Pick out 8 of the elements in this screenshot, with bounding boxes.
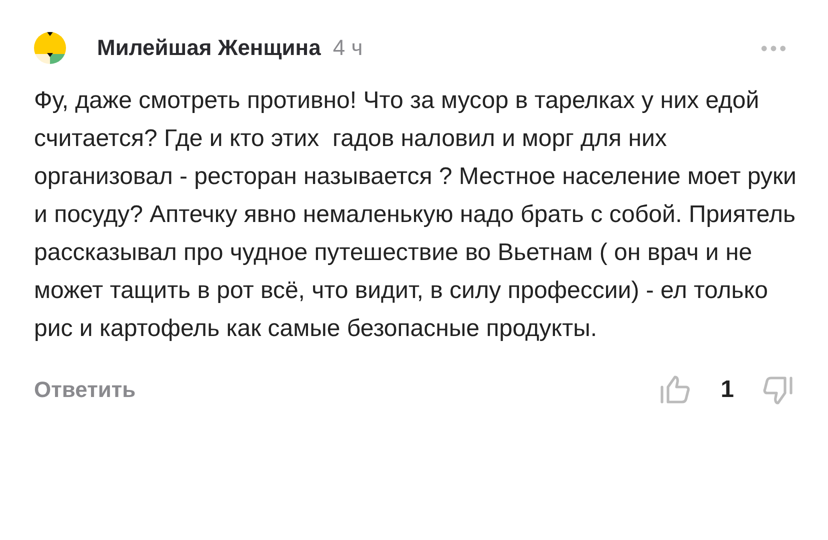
comment-time: 4 ч: [332, 35, 363, 61]
like-count: 1: [720, 376, 734, 404]
dislike-icon[interactable]: [762, 375, 794, 405]
more-icon[interactable]: [761, 44, 786, 52]
author-name[interactable]: Милейшая Женщина: [97, 35, 321, 61]
like-icon[interactable]: [658, 375, 691, 405]
avatar-icon: [34, 32, 66, 64]
comment-text: Фу, даже смотреть противно! Что за мусор в тарелках у них едой считается? Где и кто этих гадов наловил и морг для них организовал - ресторан называется ? Местное население моет руки и посуду? Аптечку явно немаленькую надо брать с собой. Приятель рассказывал про чудное путешествие во Вьетнам ( он врач и не может тащить в рот всё, что видит, в силу профессии) - ел только рис и картофель как самые безопасные продукты.: [34, 86, 798, 344]
